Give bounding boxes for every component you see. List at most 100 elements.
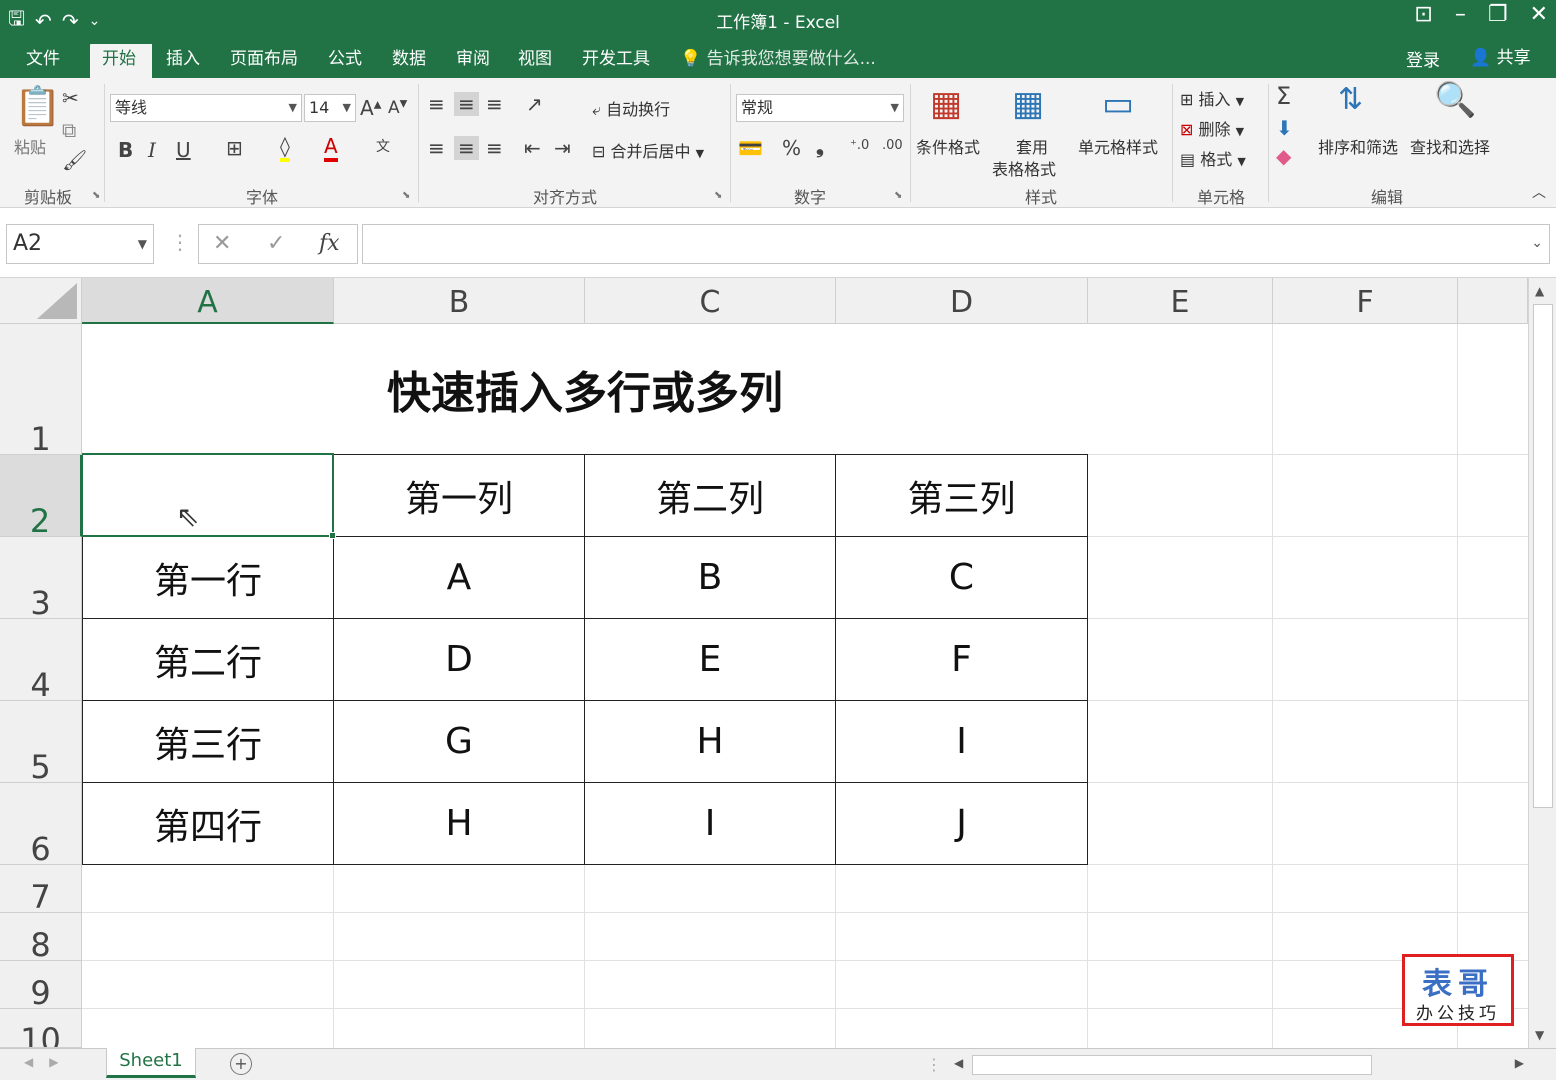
delete-cells-button[interactable]: ⊠ 删除 ▼ bbox=[1180, 116, 1244, 140]
phonetic-icon[interactable]: 文 bbox=[376, 136, 390, 156]
font-size-combo[interactable]: 14 ▼ bbox=[304, 94, 356, 122]
select-all-corner[interactable] bbox=[0, 278, 82, 324]
column-header-e[interactable]: E bbox=[1088, 278, 1273, 324]
formula-input[interactable]: ⌄ bbox=[362, 224, 1550, 264]
splitter-dots-icon[interactable]: ⋮ bbox=[170, 230, 190, 254]
fill-icon[interactable]: ⬇ bbox=[1276, 116, 1293, 140]
login-link[interactable]: 登录 bbox=[1406, 46, 1440, 71]
format-cells-button[interactable]: ▤ 格式 ▼ bbox=[1180, 146, 1246, 170]
column-header-f[interactable]: F bbox=[1273, 278, 1458, 324]
format-as-table-icon[interactable]: ▦ bbox=[1012, 84, 1044, 124]
paste-label[interactable]: 粘贴 bbox=[14, 134, 46, 158]
font-launcher-icon[interactable]: ⬊ bbox=[402, 190, 410, 201]
format-painter-icon[interactable]: 🖌 bbox=[62, 148, 87, 172]
sheet-title-cell[interactable]: 快速插入多行或多列 bbox=[82, 324, 1088, 454]
cell-d4[interactable]: F bbox=[835, 618, 1088, 701]
column-header-g[interactable] bbox=[1458, 278, 1528, 324]
accounting-format-icon[interactable]: 💳 bbox=[738, 136, 763, 160]
tab-formulas[interactable]: 公式 bbox=[316, 44, 374, 78]
row-header-4[interactable]: 4 bbox=[0, 619, 82, 704]
cell-d3[interactable]: C bbox=[835, 536, 1088, 619]
row-header-6[interactable]: 6 bbox=[0, 783, 82, 868]
cell-d2[interactable]: 第三列 bbox=[835, 454, 1088, 537]
merge-center-button[interactable]: ⊟ 合并后居中 ▼ bbox=[592, 138, 704, 162]
tab-home[interactable]: 开始 bbox=[90, 44, 152, 78]
minimize-icon[interactable]: – bbox=[1455, 2, 1466, 27]
cut-icon[interactable]: ✂ bbox=[62, 86, 79, 110]
cell-styles-button[interactable]: 单元格样式 bbox=[1078, 134, 1158, 158]
fill-handle[interactable] bbox=[329, 532, 336, 539]
sort-filter-icon[interactable]: ⇅ bbox=[1338, 82, 1363, 117]
clipboard-launcher-icon[interactable]: ⬊ bbox=[92, 190, 100, 201]
column-header-b[interactable]: B bbox=[334, 278, 585, 324]
close-icon[interactable]: ✕ bbox=[1530, 2, 1548, 27]
cell-b3[interactable]: A bbox=[333, 536, 585, 619]
tab-page-layout[interactable]: 页面布局 bbox=[218, 44, 310, 78]
shrink-font-icon[interactable]: A▼ bbox=[388, 98, 407, 118]
format-as-table-line2[interactable]: 表格格式 bbox=[992, 156, 1056, 180]
number-format-combo[interactable]: 常规 ▼ bbox=[736, 94, 904, 122]
tab-data[interactable]: 数据 bbox=[380, 44, 438, 78]
enter-icon[interactable]: ✓ bbox=[267, 231, 285, 256]
name-box[interactable]: A2 ▼ bbox=[6, 224, 154, 264]
row-header-1[interactable]: 1 bbox=[0, 324, 82, 458]
fill-color-icon[interactable]: ◊ bbox=[280, 134, 290, 162]
scroll-right-icon[interactable]: ▶ bbox=[1515, 1056, 1524, 1070]
restore-icon[interactable]: ❐ bbox=[1488, 2, 1508, 27]
cell-b5[interactable]: G bbox=[333, 700, 585, 783]
align-left-icon[interactable]: ≡ bbox=[428, 136, 445, 160]
row-header-3[interactable]: 3 bbox=[0, 537, 82, 622]
clear-icon[interactable]: ◆ bbox=[1276, 144, 1291, 168]
increase-indent-icon[interactable]: ⇥ bbox=[554, 136, 571, 160]
insert-cells-button[interactable]: ⊞ 插入 ▼ bbox=[1180, 86, 1244, 110]
ribbon-display-icon[interactable]: ⊡ bbox=[1414, 2, 1432, 27]
font-name-combo[interactable]: 等线 ▼ bbox=[110, 94, 302, 122]
scroll-up-icon[interactable]: ▲ bbox=[1535, 284, 1544, 298]
conditional-format-button[interactable]: 条件格式 bbox=[916, 134, 980, 158]
tab-review[interactable]: 审阅 bbox=[444, 44, 502, 78]
cell-b6[interactable]: H bbox=[333, 782, 585, 865]
tab-insert[interactable]: 插入 bbox=[154, 44, 212, 78]
insert-function-icon[interactable]: fx bbox=[319, 231, 340, 256]
sheet-tab-sheet1[interactable]: Sheet1 bbox=[106, 1048, 196, 1078]
grow-font-icon[interactable]: A▲ bbox=[360, 96, 381, 120]
add-sheet-icon[interactable]: + bbox=[230, 1053, 252, 1075]
column-header-c[interactable]: C bbox=[585, 278, 836, 324]
align-right-icon[interactable]: ≡ bbox=[486, 136, 503, 160]
vertical-scroll-thumb[interactable] bbox=[1533, 304, 1553, 808]
cell-c6[interactable]: I bbox=[584, 782, 836, 865]
tell-me-box[interactable]: 💡 告诉我您想要做什么... bbox=[680, 44, 876, 74]
row-header-9[interactable]: 9 bbox=[0, 961, 82, 1012]
cell-styles-icon[interactable]: ▭ bbox=[1102, 84, 1134, 124]
decrease-indent-icon[interactable]: ⇤ bbox=[524, 136, 541, 160]
row-header-10[interactable]: 10 bbox=[0, 1009, 82, 1048]
vertical-scrollbar[interactable]: ▲ ▼ bbox=[1528, 278, 1556, 1048]
align-top-icon[interactable]: ≡ bbox=[428, 92, 445, 116]
cell-d6[interactable]: J bbox=[835, 782, 1088, 865]
collapse-ribbon-icon[interactable]: ︿ bbox=[1532, 182, 1546, 202]
cell-b4[interactable]: D bbox=[333, 618, 585, 701]
alignment-launcher-icon[interactable]: ⬊ bbox=[714, 190, 722, 201]
tab-view[interactable]: 视图 bbox=[506, 44, 564, 78]
cell-d5[interactable]: I bbox=[835, 700, 1088, 783]
tab-developer[interactable]: 开发工具 bbox=[570, 44, 662, 78]
cell-c4[interactable]: E bbox=[584, 618, 836, 701]
cell-a4[interactable]: 第二行 bbox=[82, 618, 334, 701]
comma-style-button[interactable]: ❟ bbox=[816, 134, 824, 158]
horizontal-scrollbar[interactable]: ◀ ▶ bbox=[948, 1053, 1530, 1077]
cell-c3[interactable]: B bbox=[584, 536, 836, 619]
row-header-8[interactable]: 8 bbox=[0, 913, 82, 964]
expand-formula-icon[interactable]: ⌄ bbox=[1531, 235, 1543, 251]
borders-icon[interactable]: ⊞ bbox=[226, 136, 243, 160]
copy-icon[interactable]: ⧉ bbox=[62, 118, 76, 142]
find-select-icon[interactable]: 🔍 bbox=[1434, 80, 1476, 120]
cell-a3[interactable]: 第一行 bbox=[82, 536, 334, 619]
cell-c5[interactable]: H bbox=[584, 700, 836, 783]
worksheet-grid[interactable]: 快速插入多行或多列 第一列 第二列 第三列 第一行 A B C 第二行 D E … bbox=[82, 324, 1528, 1048]
cell-b2[interactable]: 第一列 bbox=[333, 454, 585, 537]
increase-decimal-button[interactable]: ⁺.0 bbox=[850, 138, 869, 153]
underline-button[interactable]: U bbox=[176, 138, 191, 162]
align-middle-icon[interactable]: ≡ bbox=[454, 92, 479, 116]
cell-a5[interactable]: 第三行 bbox=[82, 700, 334, 783]
align-center-icon[interactable]: ≡ bbox=[454, 136, 479, 160]
